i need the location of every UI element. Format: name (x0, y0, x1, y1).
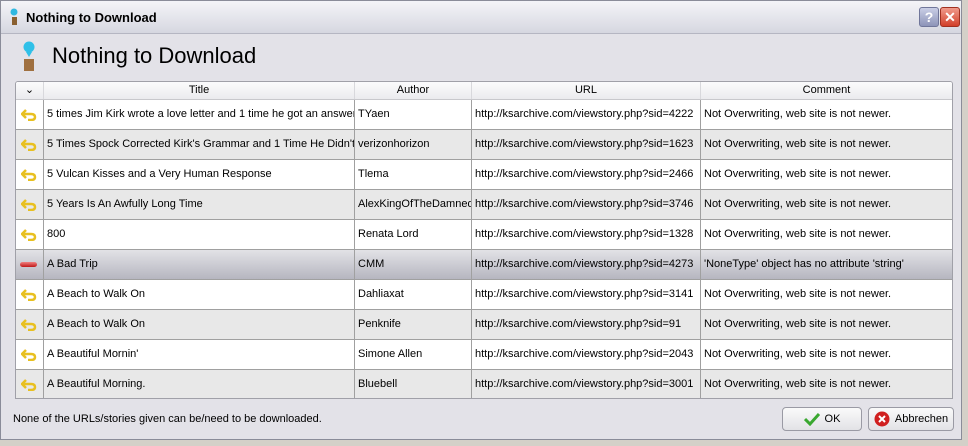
window-title: Nothing to Download (26, 10, 157, 25)
author-cell: CMM (355, 250, 472, 279)
url-cell: http://ksarchive.com/viewstory.php?sid=3… (472, 190, 701, 219)
cancel-label: Abbrechen (894, 413, 949, 425)
status-cell (16, 130, 44, 159)
title-cell: A Beautiful Mornin' (44, 340, 355, 369)
status-cell (16, 220, 44, 249)
download-icon (23, 41, 35, 71)
undo-arrow-icon (21, 109, 37, 121)
url-cell: http://ksarchive.com/viewstory.php?sid=4… (472, 250, 701, 279)
url-cell: http://ksarchive.com/viewstory.php?sid=3… (472, 370, 701, 398)
table-row[interactable]: A Beach to Walk On Penknife http://ksarc… (16, 310, 952, 340)
ok-label: OK (824, 413, 841, 425)
column-header-comment[interactable]: Comment (701, 82, 952, 99)
comment-cell: Not Overwriting, web site is not newer. (704, 378, 892, 390)
url-cell: http://ksarchive.com/viewstory.php?sid=3… (472, 280, 701, 309)
title-cell: 5 times Jim Kirk wrote a love letter and… (44, 100, 355, 129)
title-cell: 800 (44, 220, 355, 249)
author-cell: AlexKingOfTheDamned (355, 190, 472, 219)
table-row[interactable]: A Beautiful Morning. Bluebell http://ksa… (16, 370, 952, 398)
table-row[interactable]: A Beautiful Mornin' Simone Allen http://… (16, 340, 952, 370)
url-cell: http://ksarchive.com/viewstory.php?sid=2… (472, 340, 701, 369)
author-cell: TYaen (355, 100, 472, 129)
status-cell (16, 340, 44, 369)
comment-cell: 'NoneType' object has no attribute 'stri… (704, 258, 904, 270)
error-icon (20, 262, 37, 267)
table-row[interactable]: 5 times Jim Kirk wrote a love letter and… (16, 100, 952, 130)
status-cell (16, 370, 44, 398)
table-row[interactable]: A Bad Trip CMM http://ksarchive.com/view… (16, 250, 952, 280)
undo-arrow-icon (21, 289, 37, 301)
undo-arrow-icon (21, 169, 37, 181)
undo-arrow-icon (21, 349, 37, 361)
undo-arrow-icon (21, 229, 37, 241)
title-cell: 5 Times Spock Corrected Kirk's Grammar a… (44, 130, 355, 159)
undo-arrow-icon (21, 199, 37, 211)
comment-cell: Not Overwriting, web site is not newer. (704, 168, 892, 180)
author-cell: Penknife (355, 310, 472, 339)
column-header-sort[interactable]: ⌄ (16, 82, 44, 99)
status-message: None of the URLs/stories given can be/ne… (13, 413, 322, 425)
comment-cell: Not Overwriting, web site is not newer. (704, 108, 892, 120)
table-row[interactable]: A Beach to Walk On Dahliaxat http://ksar… (16, 280, 952, 310)
dialog-window: Nothing to Download ? ✕ Nothing to Downl… (0, 0, 962, 440)
status-cell (16, 310, 44, 339)
table-row[interactable]: 5 Vulcan Kisses and a Very Human Respons… (16, 160, 952, 190)
table-row[interactable]: 800 Renata Lord http://ksarchive.com/vie… (16, 220, 952, 250)
title-cell: 5 Years Is An Awfully Long Time (44, 190, 355, 219)
title-bar[interactable]: Nothing to Download ? ✕ (1, 1, 961, 34)
comment-cell: Not Overwriting, web site is not newer. (704, 138, 892, 150)
title-cell: 5 Vulcan Kisses and a Very Human Respons… (44, 160, 355, 189)
url-cell: http://ksarchive.com/viewstory.php?sid=9… (472, 310, 701, 339)
comment-cell: Not Overwriting, web site is not newer. (704, 198, 892, 210)
cancel-button[interactable]: Abbrechen (868, 407, 954, 431)
title-cell: A Beautiful Morning. (44, 370, 355, 398)
status-cell (16, 280, 44, 309)
url-cell: http://ksarchive.com/viewstory.php?sid=4… (472, 100, 701, 129)
title-cell: A Beach to Walk On (44, 280, 355, 309)
author-cell: Renata Lord (355, 220, 472, 249)
author-cell: Tlema (355, 160, 472, 189)
comment-cell: Not Overwriting, web site is not newer. (704, 228, 892, 240)
author-cell: Simone Allen (355, 340, 472, 369)
table-row[interactable]: 5 Times Spock Corrected Kirk's Grammar a… (16, 130, 952, 160)
status-cell (16, 250, 44, 279)
url-cell: http://ksarchive.com/viewstory.php?sid=2… (472, 160, 701, 189)
comment-cell: Not Overwriting, web site is not newer. (704, 318, 892, 330)
title-cell: A Bad Trip (44, 250, 355, 279)
status-cell (16, 160, 44, 189)
undo-arrow-icon (21, 139, 37, 151)
url-cell: http://ksarchive.com/viewstory.php?sid=1… (472, 130, 701, 159)
author-cell: verizonhorizon (355, 130, 472, 159)
close-button[interactable]: ✕ (940, 7, 960, 27)
app-icon (10, 8, 18, 25)
undo-arrow-icon (21, 379, 37, 391)
help-button[interactable]: ? (919, 7, 939, 27)
table-header: ⌄ Title Author URL Comment (16, 82, 952, 100)
title-cell: A Beach to Walk On (44, 310, 355, 339)
column-header-title[interactable]: Title (44, 82, 355, 99)
comment-cell: Not Overwriting, web site is not newer. (704, 348, 892, 360)
page-title: Nothing to Download (52, 43, 257, 68)
author-cell: Dahliaxat (355, 280, 472, 309)
ok-button[interactable]: OK (782, 407, 862, 431)
column-header-author[interactable]: Author (355, 82, 472, 99)
comment-cell: Not Overwriting, web site is not newer. (704, 288, 892, 300)
url-cell: http://ksarchive.com/viewstory.php?sid=1… (472, 220, 701, 249)
author-cell: Bluebell (355, 370, 472, 398)
check-icon (803, 412, 820, 426)
status-cell (16, 190, 44, 219)
column-header-url[interactable]: URL (472, 82, 701, 99)
undo-arrow-icon (21, 319, 37, 331)
status-cell (16, 100, 44, 129)
cancel-x-icon (874, 411, 890, 427)
table-row[interactable]: 5 Years Is An Awfully Long Time AlexKing… (16, 190, 952, 220)
results-table: ⌄ Title Author URL Comment 5 times Jim K… (15, 81, 953, 399)
